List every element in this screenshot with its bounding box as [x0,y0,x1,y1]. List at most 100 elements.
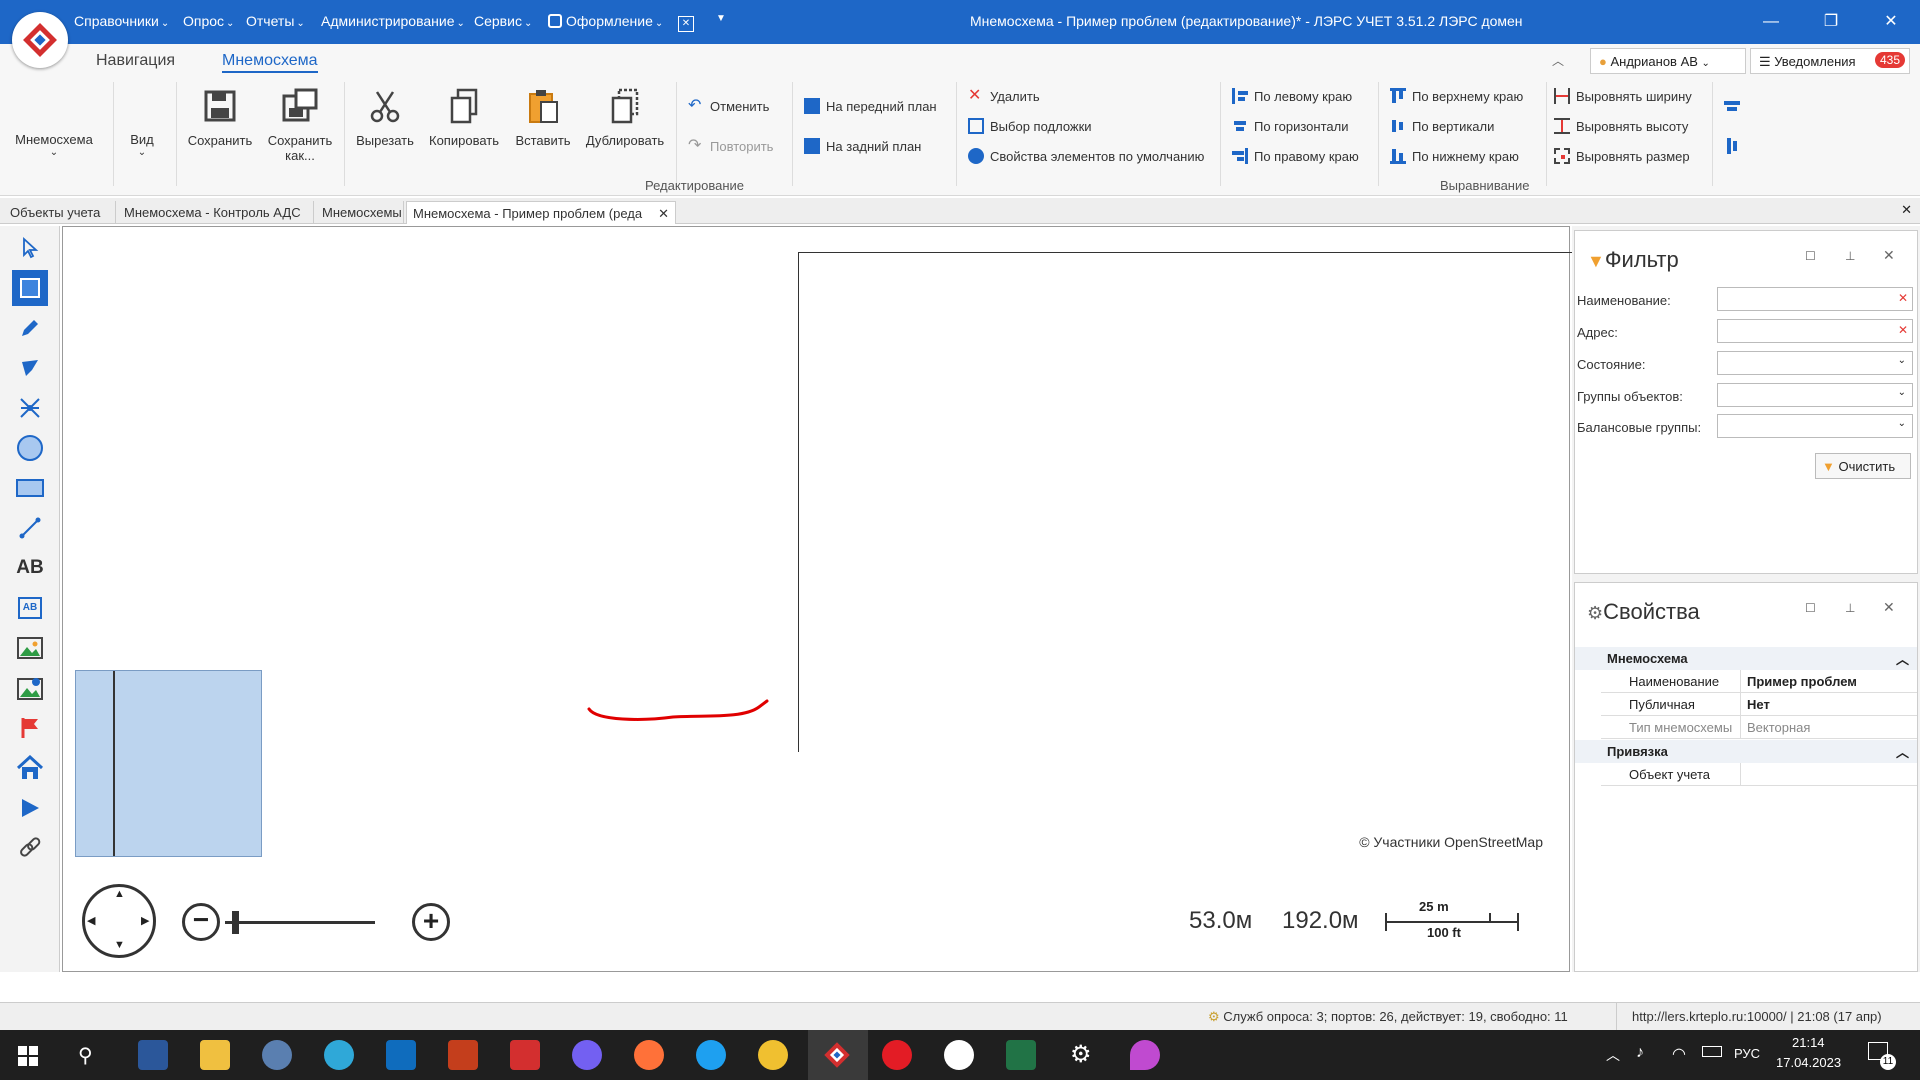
pan-right-icon[interactable]: ▶ [141,914,149,927]
zoom-slider-track[interactable] [225,911,375,934]
prop-row-public[interactable]: Публичная Нет [1601,693,1917,716]
groups-select[interactable]: ⌄ [1717,383,1913,407]
tab-mnemos[interactable]: Мнемосхемы [316,201,404,224]
distribute-h-icon[interactable] [1724,98,1740,114]
clear-name-icon[interactable]: ✕ [1898,291,1908,305]
collapse-icon[interactable]: ︿ [1896,742,1909,761]
chrome-icon[interactable] [758,1040,788,1070]
circle-tool-icon[interactable] [12,430,48,466]
copy-button[interactable]: Копировать [424,86,504,148]
close-tab-icon[interactable]: ✕ [658,206,669,222]
address-input[interactable]: ✕ [1717,319,1913,343]
polygon-tool-icon[interactable] [12,350,48,386]
mnemo-dropdown-button[interactable]: Мнемосхема ⌄ [14,132,94,158]
prop-row-object[interactable]: Объект учета [1601,763,1917,786]
pan-left-icon[interactable]: ◀ [87,914,95,927]
bring-front-button[interactable]: На передний план [804,98,937,114]
browser-icon[interactable] [262,1040,292,1070]
textbox-tool-icon[interactable]: AB [12,590,48,626]
save-as-button[interactable]: Сохранить как... [262,86,338,163]
menu-directories[interactable]: Справочники ⌄ [74,13,169,29]
align-left-button[interactable]: По левому краю [1232,88,1352,104]
tab-navigation[interactable]: Навигация [96,52,175,70]
restore-button[interactable]: ❐ [1808,6,1854,38]
duplicate-button[interactable]: Дублировать [580,86,670,148]
same-width-button[interactable]: Выровнять ширину [1554,88,1692,104]
clear-filter-button[interactable]: ▼ Очистить [1815,453,1911,479]
edge-icon[interactable] [324,1040,354,1070]
pin-panel-icon[interactable]: ⊥ [1845,601,1855,615]
tab-mnemo-ads[interactable]: Мнемосхема - Контроль АДС [118,201,314,224]
default-props-button[interactable]: Свойства элементов по умолчанию [968,148,1204,164]
settings-icon[interactable]: ⚙ [1070,1040,1092,1069]
tab-accounting-objects[interactable]: Объекты учета [4,201,116,224]
section-binding[interactable]: Привязка ︿ [1575,740,1917,763]
map-image-tool-icon[interactable] [12,670,48,706]
menu-poll[interactable]: Опрос ⌄ [183,13,234,29]
align-vcenter-button[interactable]: По вертикали [1390,118,1494,134]
outlook-icon[interactable] [386,1040,416,1070]
polyline-tool-icon[interactable] [12,390,48,426]
notifications-button[interactable]: ☰ Уведомления 435 [1750,48,1910,74]
align-hcenter-button[interactable]: По горизонтали [1232,118,1348,134]
drop-app-icon[interactable] [1130,1040,1160,1070]
tab-mnemo-example[interactable]: Мнемосхема - Пример проблем (реда ✕ [406,201,676,224]
name-input[interactable]: ✕ [1717,287,1913,311]
app-logo[interactable] [12,12,68,68]
float-panel-icon[interactable]: ☐ [1805,249,1816,263]
image-tool-icon[interactable] [12,630,48,666]
menu-admin[interactable]: Администрирование ⌄ [321,13,465,29]
text-tool-icon[interactable]: AB [12,550,48,586]
send-back-button[interactable]: На задний план [804,138,921,154]
home-tool-icon[interactable] [12,750,48,786]
ie-icon[interactable] [696,1040,726,1070]
search-icon[interactable]: ⚲ [78,1043,93,1068]
zoom-slider-thumb[interactable] [232,911,239,934]
volume-icon[interactable]: ♪ [1636,1044,1644,1062]
same-size-button[interactable]: Выровнять размер [1554,148,1690,164]
pan-up-icon[interactable]: ▲ [114,888,125,900]
menu-service[interactable]: Сервис ⌄ [474,13,532,29]
section-mnemo[interactable]: Мнемосхема ︿ [1575,647,1917,670]
save-button[interactable]: Сохранить [184,86,256,148]
balance-select[interactable]: ⌄ [1717,414,1913,438]
firefox-icon[interactable] [634,1040,664,1070]
zoom-out-button[interactable]: − [182,903,220,941]
link-tool-icon[interactable] [12,830,48,866]
cut-button[interactable]: Вырезать [352,86,418,148]
clock-time[interactable]: 21:14 [1792,1035,1825,1050]
pin-panel-icon[interactable]: ⊥ [1845,249,1855,263]
paste-button[interactable]: Вставить [510,86,576,148]
wifi-icon[interactable]: ◠ [1672,1044,1686,1064]
play-tool-icon[interactable] [12,790,48,826]
language-indicator[interactable]: РУС [1734,1046,1760,1061]
flag-tool-icon[interactable] [12,710,48,746]
view-dropdown-button[interactable]: Вид ⌄ [122,132,162,158]
prop-row-name[interactable]: Наименование Пример проблем [1601,670,1917,693]
pointer-tool-icon[interactable] [12,230,48,266]
yandex-icon[interactable] [944,1040,974,1070]
battery-icon[interactable] [1702,1046,1722,1057]
same-height-button[interactable]: Выровнять высоту [1554,118,1688,134]
clock-date[interactable]: 17.04.2023 [1776,1055,1841,1070]
powerpoint-icon[interactable] [448,1040,478,1070]
align-top-button[interactable]: По верхнему краю [1390,88,1523,104]
line-tool-icon[interactable] [12,510,48,546]
pan-down-icon[interactable]: ▼ [114,939,125,951]
undo-button[interactable]: ↶ Отменить [688,98,769,114]
excel-icon[interactable] [1006,1040,1036,1070]
tray-chevron-icon[interactable]: ︿ [1606,1045,1620,1065]
float-panel-icon[interactable]: ☐ [1805,601,1816,615]
substrate-button[interactable]: Выбор подложки [968,118,1092,134]
clear-address-icon[interactable]: ✕ [1898,323,1908,337]
minimize-button[interactable]: — [1748,6,1794,38]
close-panel-icon[interactable]: ✕ [1883,247,1895,264]
zoom-in-button[interactable]: + [412,903,450,941]
menu-reports[interactable]: Отчеты ⌄ [246,13,305,29]
explorer-icon[interactable] [200,1040,230,1070]
close-button[interactable]: ✕ [1868,6,1914,38]
menu-design[interactable]: Оформление ⌄ [548,13,663,29]
state-select[interactable]: ⌄ [1717,351,1913,375]
distribute-v-icon[interactable] [1724,138,1740,154]
collapse-ribbon-icon[interactable]: ︿ [1552,52,1564,69]
